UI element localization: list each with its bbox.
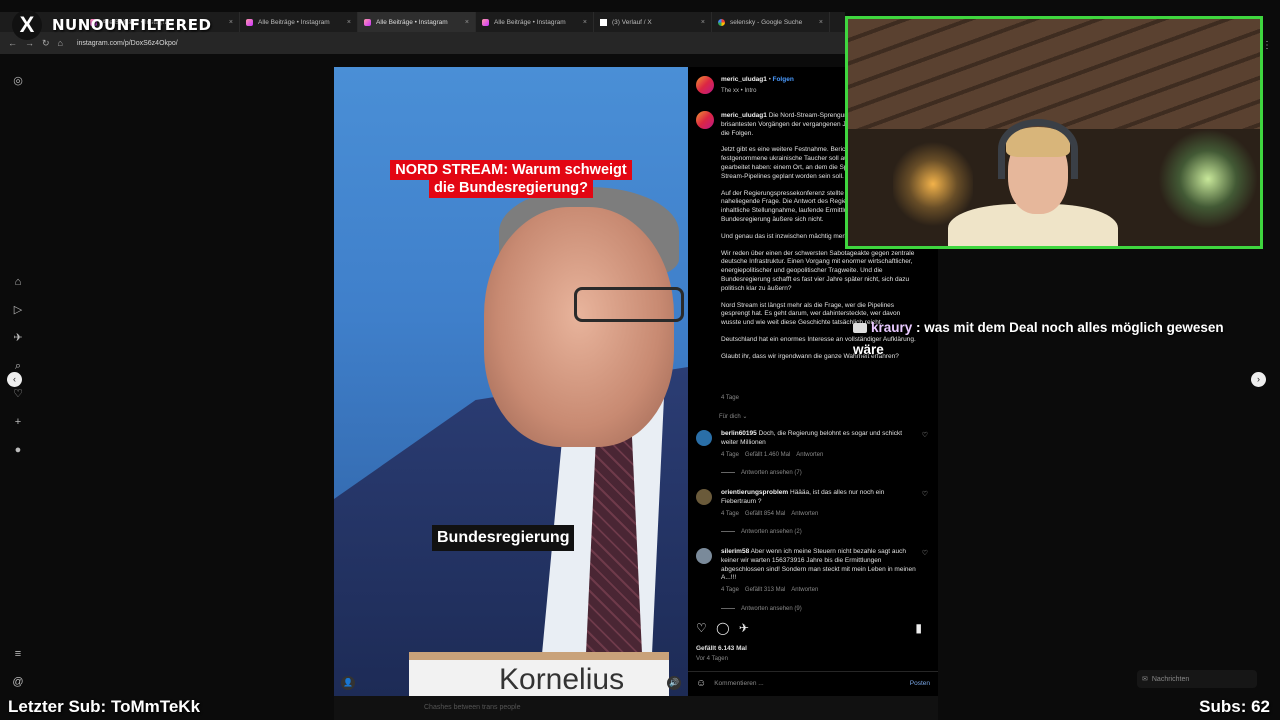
video-subtitle: Bundesregierung (432, 525, 575, 551)
reels-icon[interactable]: ▷ (11, 303, 25, 317)
chat-badge-icon (853, 323, 867, 334)
like-count[interactable]: Gefällt 6.143 Mal (696, 645, 747, 654)
mute-icon[interactable]: 🔊 (667, 676, 681, 690)
x-favicon-icon (600, 18, 607, 26)
reply-button[interactable]: Antworten (796, 452, 823, 458)
tab-label: selensky - Google Suche (730, 18, 803, 26)
url-field[interactable]: instagram.com/p/DoxS6z4Okpo/ (77, 40, 178, 47)
create-icon[interactable]: + (11, 415, 25, 429)
audio-label[interactable]: The xx • Intro (721, 87, 756, 96)
comment-avatar[interactable] (696, 430, 712, 446)
post-comment-button[interactable]: Posten (910, 680, 930, 689)
post-action-row: ♡ ◯ ✈ ▮ (696, 621, 932, 638)
like-comment-icon[interactable]: ♡ (922, 550, 928, 559)
speaker-head (484, 207, 674, 447)
instagram-logo-icon[interactable]: ◎ (11, 74, 25, 88)
reel-video[interactable]: Kornelius NORD STREAM: Warum schweigt di… (334, 67, 688, 696)
notifications-icon[interactable]: ♡ (11, 387, 25, 401)
follow-button[interactable]: Folgen (772, 76, 793, 83)
comment-avatar[interactable] (696, 489, 712, 505)
browser-tab[interactable]: Alle Beiträge • Instagram × (240, 12, 358, 32)
brand-name: NUNOUNFILTERED (52, 16, 212, 34)
chat-username: kraury (871, 320, 913, 335)
post-date: Vor 4 Tagen (696, 656, 728, 662)
instagram-favicon-icon (364, 18, 371, 26)
close-tab-icon[interactable]: × (347, 19, 351, 26)
google-favicon-icon (718, 18, 725, 26)
home-icon[interactable]: ⌂ (11, 275, 25, 289)
comment-input[interactable]: Kommentieren ... (714, 680, 764, 689)
close-tab-icon[interactable]: × (819, 19, 823, 26)
view-replies-button[interactable]: Antworten ansehen (7) (721, 469, 916, 478)
tagged-user-icon[interactable]: 👤 (341, 676, 355, 690)
reply-button[interactable]: Antworten (791, 511, 818, 517)
add-comment-bar: ☺ Kommentieren ... Posten (688, 671, 938, 696)
reply-button[interactable]: Antworten (791, 587, 818, 593)
caption-paragraph: Wir reden über einen der schwersten Sabo… (721, 249, 915, 292)
threads-icon[interactable]: @ (11, 675, 25, 689)
close-tab-icon[interactable]: × (701, 19, 705, 26)
video-headline: NORD STREAM: Warum schweigt die Bundesre… (382, 160, 640, 198)
chat-message: kraury : was mit dem Deal noch alles mög… (853, 317, 1253, 361)
caption-age: 4 Tage (721, 395, 739, 401)
green-light (1158, 129, 1258, 229)
headset-icon (998, 119, 1078, 179)
caption-avatar[interactable] (696, 111, 714, 129)
like-comment-icon[interactable]: ♡ (922, 491, 928, 500)
like-icon[interactable]: ♡ (696, 621, 707, 635)
stream-brand: X NUNOUNFILTERED (12, 10, 211, 40)
author-avatar[interactable] (696, 76, 714, 94)
view-replies-button[interactable]: Antworten ansehen (9) (721, 605, 916, 614)
comment-icon[interactable]: ◯ (716, 621, 729, 635)
instagram-favicon-icon (482, 18, 489, 26)
background-text: Chashes between trans people (334, 696, 938, 720)
translate-link[interactable]: Für dich ⌄ (719, 413, 747, 422)
author-username[interactable]: meric_uludag1 (721, 76, 767, 83)
browser-tab[interactable]: (3) Verlauf / X × (594, 12, 712, 32)
instagram-favicon-icon (246, 18, 253, 26)
like-comment-icon[interactable]: ♡ (922, 432, 928, 441)
close-tab-icon[interactable]: × (465, 19, 469, 26)
browser-tab[interactable]: Alle Beiträge • Instagram × (358, 12, 476, 32)
bookmark-icon[interactable]: ▮ (915, 622, 922, 634)
close-tab-icon[interactable]: × (583, 19, 587, 26)
share-icon[interactable]: ✈ (739, 621, 749, 635)
messages-icon[interactable]: ✈ (11, 331, 25, 345)
view-replies-button[interactable]: Antworten ansehen (2) (721, 528, 916, 537)
messages-icon: ✉ (1142, 676, 1148, 683)
menu-icon[interactable]: ≡ (11, 647, 25, 661)
ceiling-beams (848, 19, 1260, 129)
more-options-icon[interactable]: ⋮ (1262, 40, 1272, 51)
speaker-glasses (574, 287, 684, 322)
tab-label: Alle Beiträge • Instagram (258, 18, 330, 26)
emoji-icon[interactable]: ☺ (696, 678, 706, 689)
browser-tab[interactable]: Alle Beiträge • Instagram × (476, 12, 594, 32)
sub-count: Subs: 62 (1199, 697, 1270, 716)
webcam-overlay (845, 16, 1263, 249)
profile-icon[interactable]: ● (11, 443, 25, 457)
nameplate: Kornelius (409, 652, 669, 696)
messages-widget[interactable]: ✉ Nachrichten (1137, 670, 1257, 688)
x-logo-icon: X (12, 10, 42, 40)
tab-label: Alle Beiträge • Instagram (494, 18, 566, 26)
streamer (948, 119, 1118, 246)
prev-post-button[interactable]: ‹ (7, 372, 22, 387)
close-tab-icon[interactable]: × (229, 19, 233, 26)
tab-label: (3) Verlauf / X (612, 18, 652, 26)
browser-tab[interactable]: selensky - Google Suche × (712, 12, 830, 32)
tab-label: Alle Beiträge • Instagram (376, 18, 448, 26)
search-icon[interactable]: ⌕ (11, 359, 25, 373)
last-sub-label: Letzter Sub: ToMmTeKk (8, 697, 201, 716)
next-post-button[interactable]: › (1251, 372, 1266, 387)
comment-avatar[interactable] (696, 548, 712, 564)
